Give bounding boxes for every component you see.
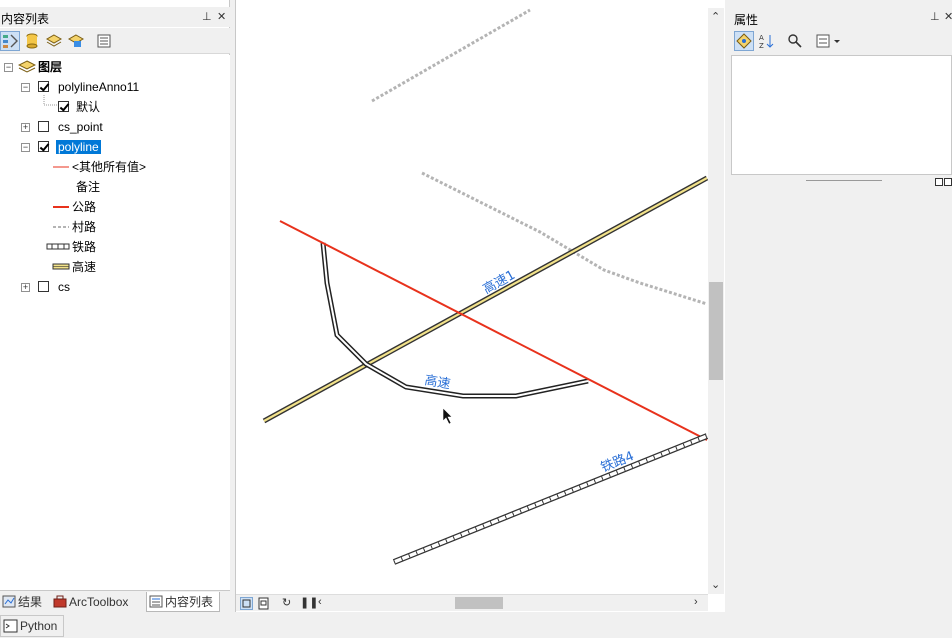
sort-alpha-button[interactable]: A Z [757, 31, 777, 51]
map-canvas[interactable]: 高速1 高速 铁路4 [236, 8, 708, 594]
anno-layer-checkbox[interactable] [38, 81, 49, 92]
list-by-visibility-button[interactable] [44, 31, 64, 51]
cs-checkbox[interactable] [38, 281, 49, 292]
pin-icon[interactable]: ⊥ [202, 10, 212, 23]
results-icon [2, 595, 16, 608]
svg-text:A: A [759, 34, 764, 42]
python-tab-label: Python [20, 619, 58, 633]
horizontal-scroll-thumb[interactable] [455, 597, 503, 609]
list-by-selection-button[interactable] [66, 31, 86, 51]
toc-toolbar [0, 28, 230, 54]
road-red [279, 220, 708, 441]
properties-title: 属性 [734, 13, 759, 27]
tree-connector [43, 95, 58, 106]
village-road-1 [371, 8, 531, 103]
refresh-icon[interactable]: ↻ [282, 596, 291, 609]
toc-icon [149, 595, 163, 608]
categorized-button[interactable] [734, 31, 754, 51]
layer-tree: − 图层 − polylineAnno11 默认 + cs_point − po… [0, 55, 230, 590]
tab-results-label: 结果 [18, 595, 43, 609]
legend-label-other: <其他所有值> [72, 160, 147, 174]
legend-label-village-road: 村路 [72, 220, 97, 234]
options-list-icon [97, 34, 111, 48]
scroll-down-icon[interactable]: ⌄ [711, 578, 720, 591]
tab-arctoolbox[interactable]: ArcToolbox [51, 592, 143, 612]
python-tab[interactable]: Python [0, 615, 64, 637]
cs-point-checkbox[interactable] [38, 121, 49, 132]
python-window-icon [3, 619, 18, 633]
toc-title-bar: 内容列表 ⊥ ✕ [0, 7, 230, 27]
list-dropdown-icon [816, 34, 840, 48]
layer-group-icon [18, 60, 36, 73]
layers-icon [45, 34, 63, 47]
tab-arctoolbox-label: ArcToolbox [69, 595, 129, 609]
legend-label-highway: 高速 [72, 260, 97, 274]
expand-cs-toggle[interactable]: + [21, 283, 30, 292]
anno-layer-label[interactable]: polylineAnno11 [58, 78, 139, 96]
selection-layers-icon [67, 34, 85, 47]
data-view-button[interactable] [240, 597, 253, 610]
layout-view-button[interactable] [257, 597, 270, 610]
anno-class-checkbox[interactable] [58, 101, 69, 112]
properties-grid[interactable] [731, 55, 952, 175]
list-by-source-button[interactable] [22, 31, 42, 51]
options-button[interactable] [94, 31, 114, 51]
collapse-anno-toggle[interactable]: − [21, 83, 30, 92]
legend-label-road: 公路 [72, 200, 97, 214]
scroll-up-icon[interactable]: ⌃ [711, 10, 720, 23]
cs-layer-label[interactable]: cs [58, 278, 70, 296]
legend-symbol-road [53, 206, 69, 208]
tab-results[interactable]: 结果 [0, 592, 48, 612]
toc-title: 内容列表 [1, 12, 50, 26]
properties-close-icon[interactable]: ✕ [944, 10, 952, 23]
polyline-layer-name: polyline [56, 140, 101, 154]
properties-title-bar: 属性 ⊥ ✕ [730, 7, 952, 29]
property-pages-button[interactable] [785, 31, 805, 51]
properties-description-divider[interactable] [806, 180, 882, 181]
anno-class-label[interactable]: 默认 [76, 98, 100, 116]
village-road-2 [421, 171, 708, 306]
scroll-right-icon[interactable]: › [694, 596, 698, 608]
legend-label-note: 备注 [76, 180, 101, 194]
polyline-layer-label[interactable]: polyline [56, 138, 101, 156]
collapse-polyline-toggle[interactable]: − [21, 143, 30, 152]
svg-text:Z: Z [759, 42, 764, 50]
properties-view-toggle-icons[interactable] [935, 178, 952, 187]
legend-symbol-railway [46, 243, 70, 250]
legend-label-railway: 铁路 [72, 240, 97, 254]
toolbox-icon [53, 595, 67, 608]
close-icon[interactable]: ✕ [217, 10, 226, 23]
sort-az-icon: A Z [759, 34, 774, 50]
options-dropdown-button[interactable] [814, 31, 844, 51]
polyline-checkbox[interactable] [38, 141, 49, 152]
properties-toolbar: A Z [732, 30, 952, 54]
cs-point-layer-label[interactable]: cs_point [58, 118, 103, 136]
pause-icon[interactable]: ❚❚ [300, 596, 318, 609]
list-by-drawing-order-button[interactable] [0, 31, 20, 51]
vertical-scroll-thumb[interactable] [709, 282, 723, 380]
tab-toc-label: 内容列表 [165, 595, 214, 609]
properties-pin-icon[interactable]: ⊥ [930, 10, 940, 23]
database-icon [26, 33, 38, 49]
scroll-left-icon[interactable]: ‹ [318, 596, 322, 608]
categorized-icon [736, 33, 752, 49]
legend-symbol-village-road [53, 226, 69, 228]
legend-symbol-other [53, 166, 69, 168]
search-settings-icon [788, 34, 802, 48]
collapse-layers-toggle[interactable]: − [4, 63, 13, 72]
left-dock-tabs: 结果 ArcToolbox 内容列表 [0, 590, 230, 612]
mouse-cursor-icon [442, 407, 453, 425]
tab-toc[interactable]: 内容列表 [146, 592, 220, 612]
expand-cs-point-toggle[interactable]: + [21, 123, 30, 132]
drawing-order-icon [3, 34, 18, 48]
root-layers-label[interactable]: 图层 [38, 58, 62, 76]
legend-symbol-highway [52, 263, 70, 270]
